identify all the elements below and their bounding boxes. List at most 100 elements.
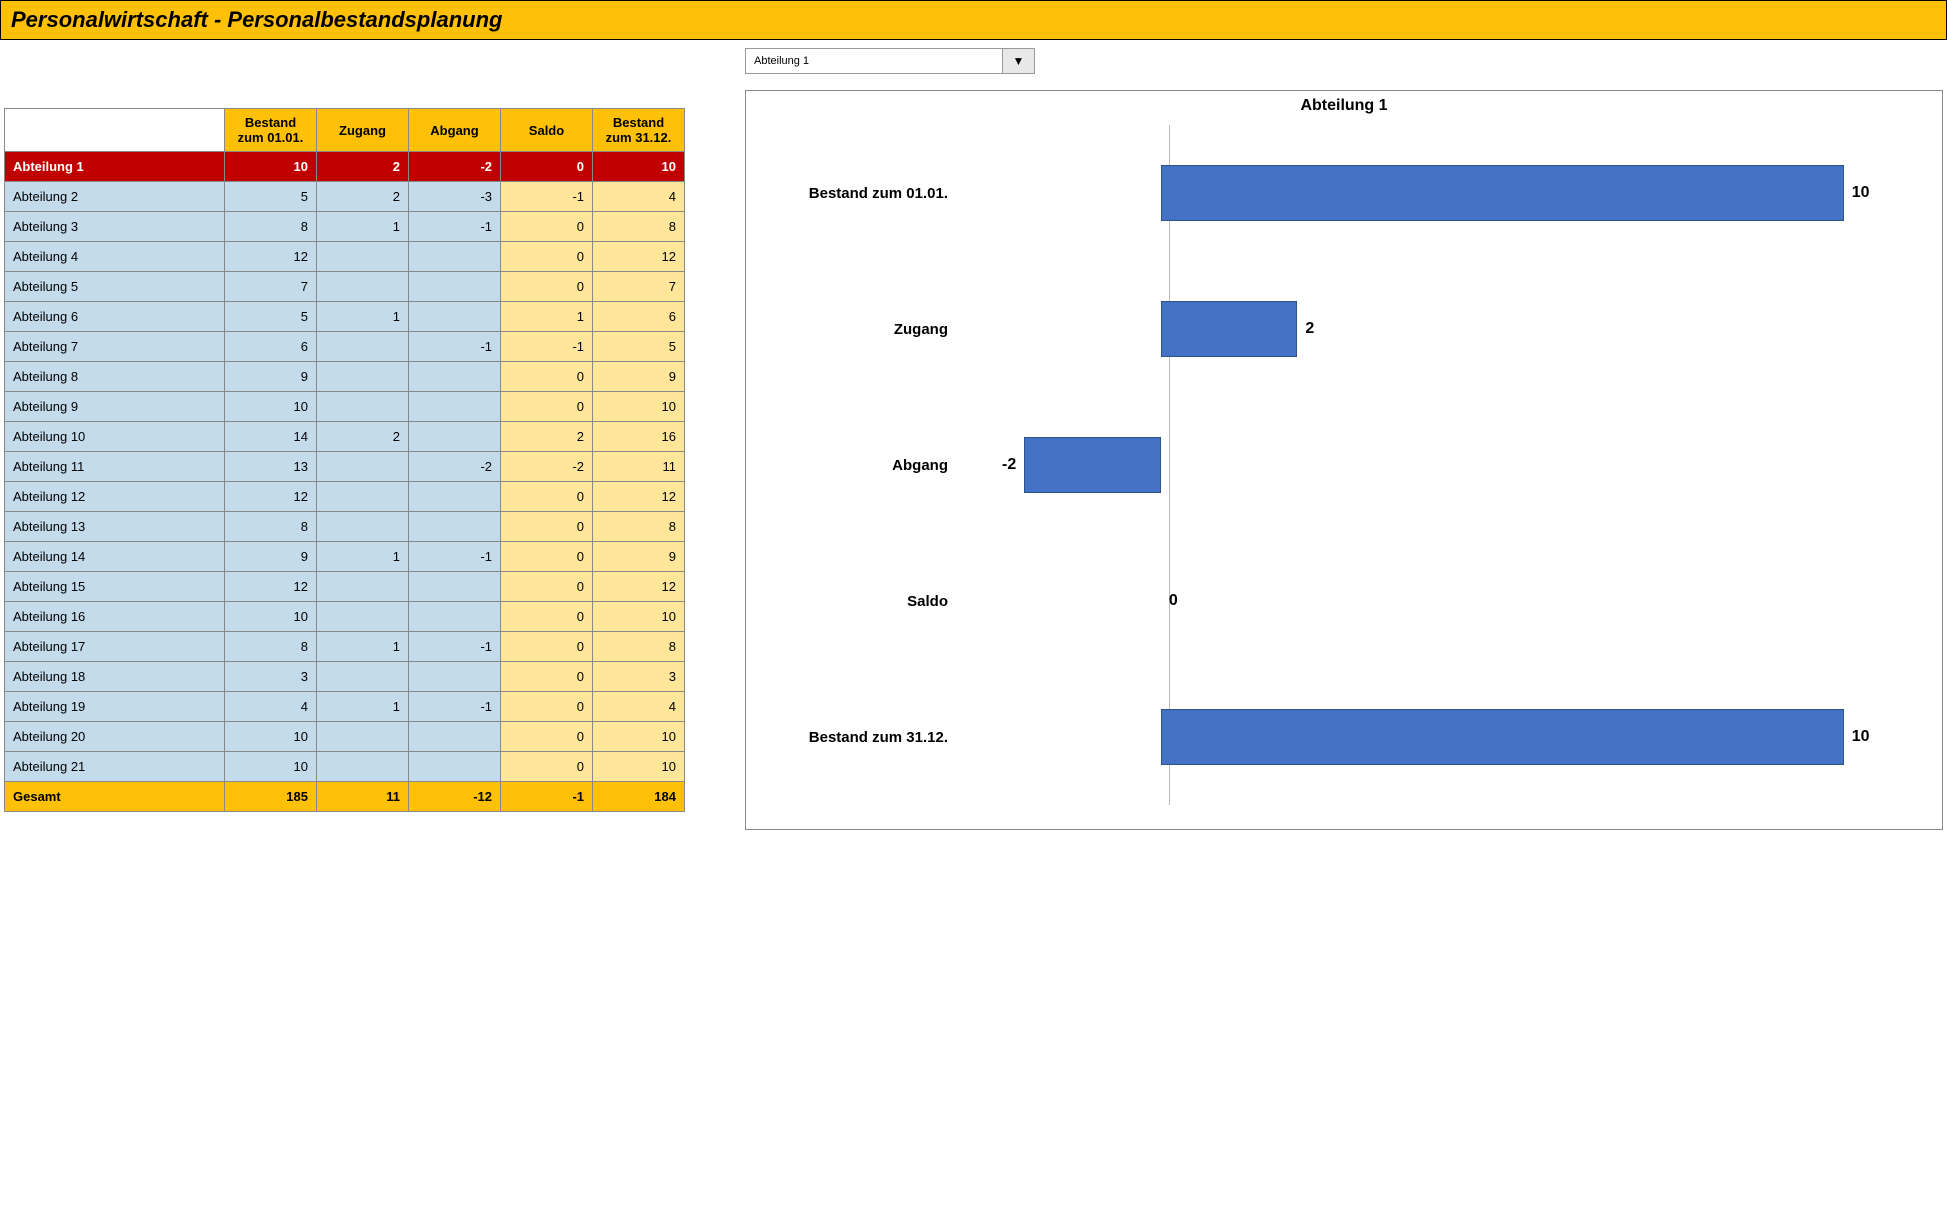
table-row[interactable]: Abteilung 1102-2010 bbox=[5, 152, 685, 182]
table-row[interactable]: Abteilung 8909 bbox=[5, 362, 685, 392]
cell[interactable]: 10 bbox=[225, 752, 317, 782]
cell[interactable]: -2 bbox=[409, 152, 501, 182]
cell[interactable]: -1 bbox=[409, 632, 501, 662]
cell[interactable]: 7 bbox=[593, 272, 685, 302]
cell[interactable]: 9 bbox=[225, 362, 317, 392]
cell[interactable] bbox=[409, 272, 501, 302]
cell[interactable] bbox=[317, 602, 409, 632]
table-row[interactable]: Abteilung 910010 bbox=[5, 392, 685, 422]
cell[interactable]: 0 bbox=[501, 572, 593, 602]
cell[interactable] bbox=[317, 242, 409, 272]
cell[interactable]: 10 bbox=[593, 602, 685, 632]
cell[interactable]: 2 bbox=[501, 422, 593, 452]
cell[interactable] bbox=[317, 362, 409, 392]
cell[interactable]: 13 bbox=[225, 452, 317, 482]
cell[interactable] bbox=[409, 242, 501, 272]
cell[interactable]: 2 bbox=[317, 182, 409, 212]
cell[interactable]: 1 bbox=[317, 692, 409, 722]
cell[interactable]: 10 bbox=[225, 392, 317, 422]
cell[interactable]: 0 bbox=[501, 722, 593, 752]
cell[interactable]: 10 bbox=[225, 152, 317, 182]
cell[interactable]: 3 bbox=[225, 662, 317, 692]
cell[interactable]: 10 bbox=[593, 752, 685, 782]
cell[interactable]: -2 bbox=[409, 452, 501, 482]
cell[interactable]: 16 bbox=[593, 422, 685, 452]
cell[interactable]: 4 bbox=[225, 692, 317, 722]
cell[interactable] bbox=[317, 452, 409, 482]
cell[interactable] bbox=[317, 512, 409, 542]
table-row[interactable]: Abteilung 2110010 bbox=[5, 752, 685, 782]
cell[interactable]: 10 bbox=[225, 602, 317, 632]
cell[interactable]: 8 bbox=[593, 632, 685, 662]
cell[interactable]: 10 bbox=[593, 392, 685, 422]
cell[interactable]: -1 bbox=[409, 692, 501, 722]
cell[interactable]: 0 bbox=[501, 392, 593, 422]
cell[interactable] bbox=[409, 482, 501, 512]
cell[interactable]: 0 bbox=[501, 362, 593, 392]
cell[interactable] bbox=[409, 422, 501, 452]
cell[interactable]: 0 bbox=[501, 482, 593, 512]
table-row[interactable]: Abteilung 381-108 bbox=[5, 212, 685, 242]
cell[interactable] bbox=[317, 482, 409, 512]
cell[interactable]: 5 bbox=[225, 302, 317, 332]
cell[interactable]: 12 bbox=[593, 242, 685, 272]
cell[interactable]: 1 bbox=[317, 542, 409, 572]
cell[interactable]: -1 bbox=[409, 212, 501, 242]
table-row[interactable]: Abteilung 1512012 bbox=[5, 572, 685, 602]
table-row[interactable]: Abteilung 1610010 bbox=[5, 602, 685, 632]
cell[interactable]: 2 bbox=[317, 422, 409, 452]
cell[interactable]: 0 bbox=[501, 512, 593, 542]
chevron-down-icon[interactable]: ▼ bbox=[1002, 49, 1034, 73]
cell[interactable]: -1 bbox=[501, 332, 593, 362]
cell[interactable]: 4 bbox=[593, 182, 685, 212]
cell[interactable]: 12 bbox=[593, 482, 685, 512]
cell[interactable]: 5 bbox=[593, 332, 685, 362]
table-row[interactable]: Abteilung 18303 bbox=[5, 662, 685, 692]
cell[interactable] bbox=[409, 512, 501, 542]
cell[interactable]: 0 bbox=[501, 212, 593, 242]
cell[interactable]: 12 bbox=[593, 572, 685, 602]
department-dropdown[interactable]: Abteilung 1 ▼ bbox=[745, 48, 1035, 74]
cell[interactable]: 8 bbox=[225, 512, 317, 542]
cell[interactable] bbox=[317, 332, 409, 362]
cell[interactable]: 3 bbox=[593, 662, 685, 692]
table-row[interactable]: Abteilung 2010010 bbox=[5, 722, 685, 752]
cell[interactable]: 10 bbox=[593, 722, 685, 752]
table-row[interactable]: Abteilung 1491-109 bbox=[5, 542, 685, 572]
cell[interactable]: 10 bbox=[593, 152, 685, 182]
cell[interactable]: -1 bbox=[409, 542, 501, 572]
cell[interactable] bbox=[317, 722, 409, 752]
cell[interactable] bbox=[317, 662, 409, 692]
cell[interactable]: 11 bbox=[593, 452, 685, 482]
cell[interactable]: -1 bbox=[501, 182, 593, 212]
table-row[interactable]: Abteilung 10142216 bbox=[5, 422, 685, 452]
cell[interactable]: 1 bbox=[317, 302, 409, 332]
cell[interactable]: 0 bbox=[501, 692, 593, 722]
cell[interactable]: 1 bbox=[317, 212, 409, 242]
table-row[interactable]: Abteilung 252-3-14 bbox=[5, 182, 685, 212]
cell[interactable] bbox=[409, 362, 501, 392]
cell[interactable] bbox=[317, 572, 409, 602]
cell[interactable]: -2 bbox=[501, 452, 593, 482]
cell[interactable]: 9 bbox=[593, 542, 685, 572]
cell[interactable]: 5 bbox=[225, 182, 317, 212]
cell[interactable]: 12 bbox=[225, 572, 317, 602]
cell[interactable]: 0 bbox=[501, 272, 593, 302]
cell[interactable]: 4 bbox=[593, 692, 685, 722]
cell[interactable]: -3 bbox=[409, 182, 501, 212]
cell[interactable]: 0 bbox=[501, 542, 593, 572]
cell[interactable] bbox=[409, 392, 501, 422]
cell[interactable]: 12 bbox=[225, 482, 317, 512]
cell[interactable]: 8 bbox=[225, 212, 317, 242]
cell[interactable]: 6 bbox=[225, 332, 317, 362]
table-row[interactable]: Abteilung 412012 bbox=[5, 242, 685, 272]
table-row[interactable]: Abteilung 5707 bbox=[5, 272, 685, 302]
cell[interactable]: 7 bbox=[225, 272, 317, 302]
cell[interactable] bbox=[409, 662, 501, 692]
cell[interactable]: 6 bbox=[593, 302, 685, 332]
cell[interactable] bbox=[409, 602, 501, 632]
table-row[interactable]: Abteilung 1212012 bbox=[5, 482, 685, 512]
cell[interactable]: 0 bbox=[501, 752, 593, 782]
cell[interactable] bbox=[317, 392, 409, 422]
cell[interactable]: 8 bbox=[593, 212, 685, 242]
